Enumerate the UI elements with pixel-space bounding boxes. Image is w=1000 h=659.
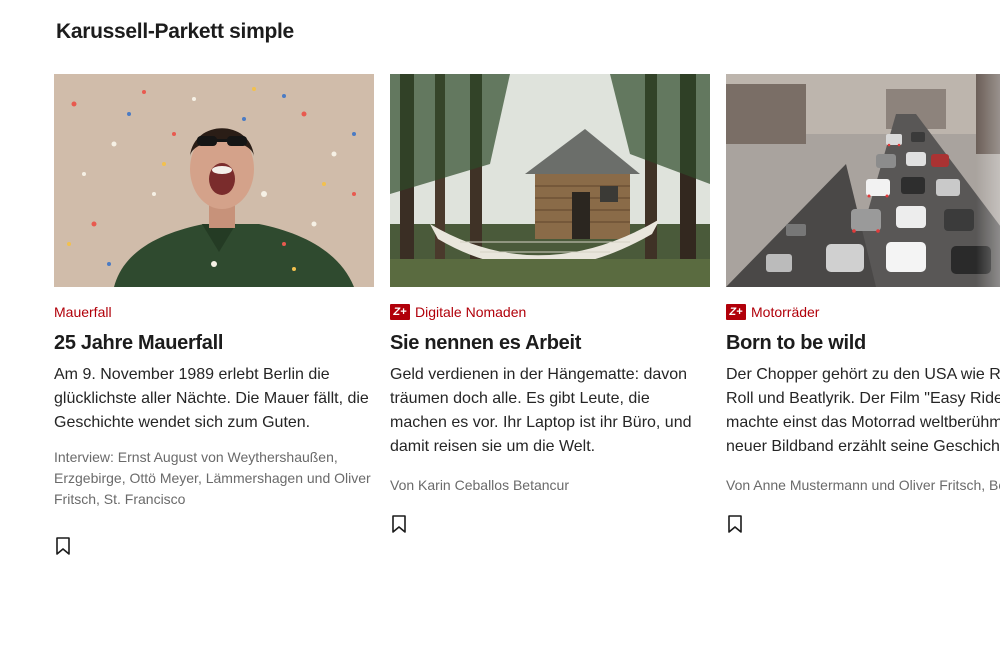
bookmark-icon[interactable] — [726, 514, 744, 534]
article-card: Z+ Digitale Nomaden Sie nennen es Arbeit… — [390, 74, 710, 534]
article-image[interactable] — [726, 74, 1000, 287]
teaser-line: machte einst das Motorrad weltberühm — [726, 414, 1000, 431]
teaser-line: neuer Bildband erzählt seine Geschicht — [726, 438, 1000, 455]
kicker-label: Motorräder — [751, 304, 820, 320]
traffic-photo — [726, 74, 1000, 287]
article-card: Z+ Motorräder Born to be wild Der Choppe… — [726, 74, 1000, 534]
article-image[interactable] — [54, 74, 374, 287]
zplus-badge: Z+ — [390, 304, 410, 320]
section-title: Karussell-Parkett simple — [56, 20, 294, 43]
article-kicker: Mauerfall — [54, 303, 374, 321]
article-kicker: Z+ Motorräder — [726, 303, 1000, 321]
article-headline[interactable]: Sie nennen es Arbeit — [390, 331, 710, 355]
cabin-hammock-photo — [390, 74, 710, 287]
teaser-line: Roll und Beatlyrik. Der Film "Easy Rider… — [726, 390, 1000, 407]
article-teaser: Am 9. November 1989 erlebt Berlin die gl… — [54, 366, 369, 431]
article-byline: Von Karin Ceballos Betancur — [390, 477, 569, 493]
article-byline: Von Anne Mustermann und Oliver Fritsch, … — [726, 477, 1000, 493]
article-byline: Interview: Ernst August von Weythershauß… — [54, 449, 371, 507]
article-headline[interactable]: Born to be wild — [726, 331, 1000, 355]
kicker-label: Digitale Nomaden — [415, 304, 527, 320]
bookmark-icon[interactable] — [54, 536, 72, 556]
article-teaser: Geld verdienen in der Hängematte: davon … — [390, 366, 692, 455]
article-kicker: Z+ Digitale Nomaden — [390, 303, 710, 321]
zplus-badge: Z+ — [726, 304, 746, 320]
teaser-line: Der Chopper gehört zu den USA wie Ro — [726, 366, 1000, 383]
confetti-photo — [54, 74, 374, 287]
bookmark-icon[interactable] — [390, 514, 408, 534]
article-card: Mauerfall 25 Jahre Mauerfall Am 9. Novem… — [54, 74, 374, 556]
article-image[interactable] — [390, 74, 710, 287]
kicker-label: Mauerfall — [54, 304, 112, 320]
article-teaser: Der Chopper gehört zu den USA wie Ro Rol… — [726, 363, 1000, 459]
article-headline[interactable]: 25 Jahre Mauerfall — [54, 331, 374, 355]
carousel: Mauerfall 25 Jahre Mauerfall Am 9. Novem… — [54, 74, 1000, 574]
